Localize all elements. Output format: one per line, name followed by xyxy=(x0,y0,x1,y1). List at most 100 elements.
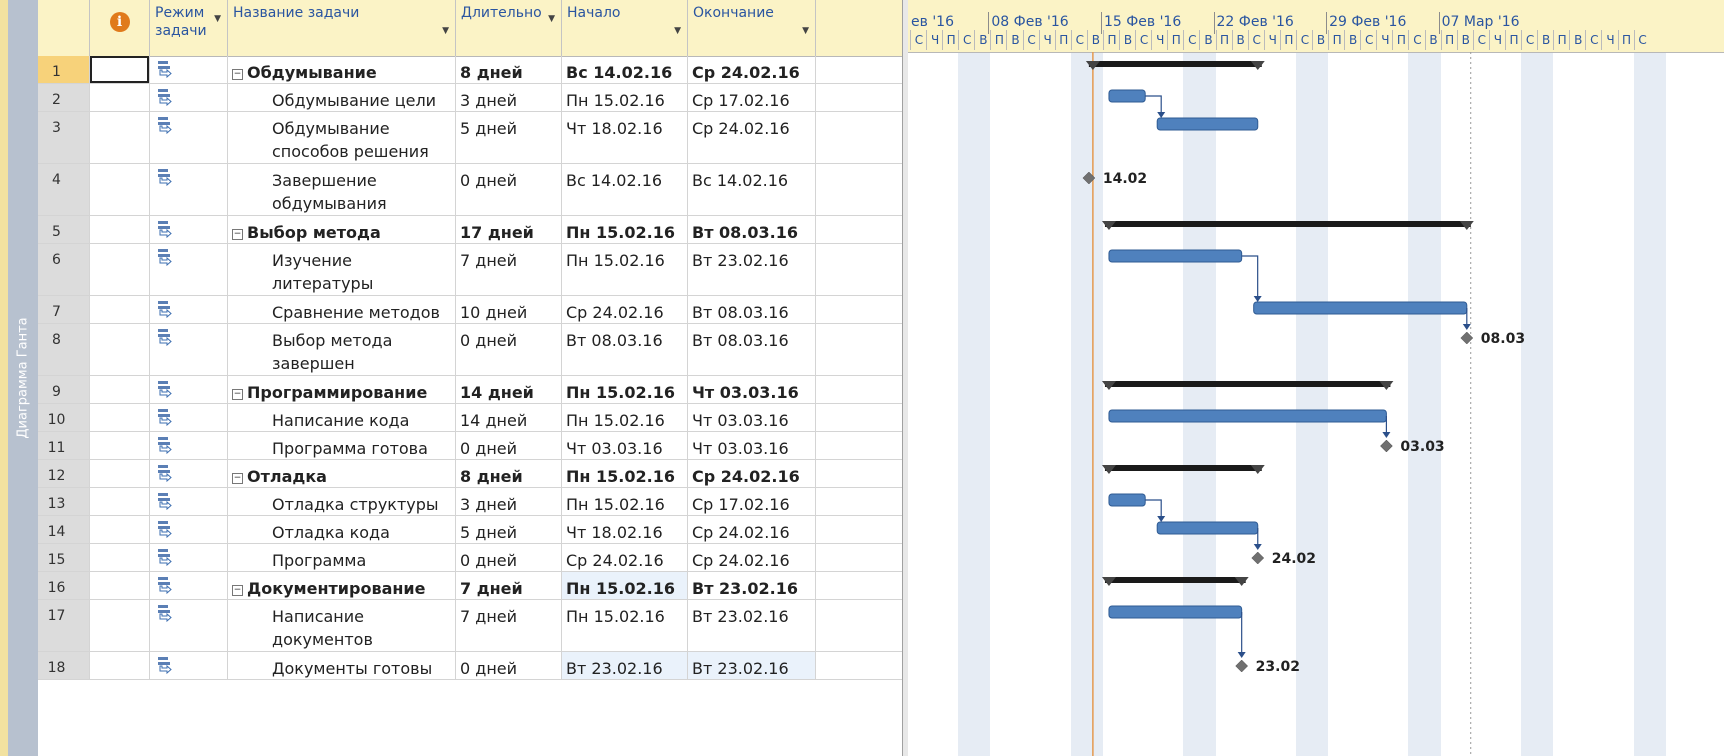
finish-column-header[interactable]: Окончание ▼ xyxy=(688,0,816,56)
mode-cell[interactable] xyxy=(150,84,228,111)
table-row[interactable]: 9− Программирование 14 дней Пн 15.02.16 Чт 0… xyxy=(38,376,902,404)
mode-cell[interactable] xyxy=(150,216,228,243)
indicator-cell[interactable] xyxy=(90,84,150,111)
start-cell[interactable]: Ср 24.02.16 xyxy=(562,544,688,571)
mode-cell[interactable] xyxy=(150,56,228,83)
indicator-cell[interactable] xyxy=(90,164,150,215)
finish-cell[interactable]: Ср 24.02.16 xyxy=(688,544,816,571)
finish-cell[interactable]: Чт 03.03.16 xyxy=(688,432,816,459)
finish-cell[interactable]: Чт 03.03.16 xyxy=(688,404,816,431)
mode-cell[interactable] xyxy=(150,244,228,295)
table-row[interactable]: 16− Документирование 7 дней Пн 15.02.16 Вт 2… xyxy=(38,572,902,600)
indicator-cell[interactable] xyxy=(90,404,150,431)
table-row[interactable]: 4 Завершение обдумывания 0 дней Вс 14.02.16… xyxy=(38,164,902,216)
summary-bar[interactable] xyxy=(1088,61,1262,67)
duration-cell[interactable]: 14 дней xyxy=(456,404,562,431)
collapse-icon[interactable]: − xyxy=(232,473,243,484)
duration-cell[interactable]: 8 дней xyxy=(456,56,562,83)
row-number[interactable]: 7 xyxy=(38,296,90,323)
row-number[interactable]: 13 xyxy=(38,488,90,515)
start-cell[interactable]: Вт 23.02.16 xyxy=(562,652,688,679)
row-number[interactable]: 16 xyxy=(38,572,90,599)
row-number[interactable]: 1 xyxy=(38,56,90,83)
summary-bar[interactable] xyxy=(1104,381,1391,387)
start-cell[interactable]: Пн 15.02.16 xyxy=(562,488,688,515)
finish-cell[interactable]: Вт 08.03.16 xyxy=(688,216,816,243)
finish-cell[interactable]: Вт 23.02.16 xyxy=(688,652,816,679)
task-name-cell[interactable]: Отладка структуры xyxy=(228,488,456,515)
start-cell[interactable]: Пн 15.02.16 xyxy=(562,244,688,295)
duration-cell[interactable]: 7 дней xyxy=(456,572,562,599)
duration-cell[interactable]: 0 дней xyxy=(456,544,562,571)
start-cell[interactable]: Пн 15.02.16 xyxy=(562,600,688,651)
row-number[interactable]: 6 xyxy=(38,244,90,295)
duration-cell[interactable]: 7 дней xyxy=(456,600,562,651)
finish-cell[interactable]: Ср 17.02.16 xyxy=(688,488,816,515)
row-number[interactable]: 3 xyxy=(38,112,90,163)
mode-cell[interactable] xyxy=(150,516,228,543)
table-row[interactable]: 11 Программа готова 0 дней Чт 03.03.16 Чт 03… xyxy=(38,432,902,460)
row-number[interactable]: 9 xyxy=(38,376,90,403)
milestone-diamond[interactable] xyxy=(1235,659,1249,673)
table-row[interactable]: 3 Обдумывание способов решения 5 дней Чт 18… xyxy=(38,112,902,164)
summary-bar[interactable] xyxy=(1104,577,1246,583)
finish-cell[interactable]: Ср 24.02.16 xyxy=(688,516,816,543)
indicator-cell[interactable] xyxy=(90,244,150,295)
mode-cell[interactable] xyxy=(150,460,228,487)
start-cell[interactable]: Чт 18.02.16 xyxy=(562,112,688,163)
indicator-cell[interactable] xyxy=(90,296,150,323)
task-bar[interactable] xyxy=(1108,409,1387,423)
table-row[interactable]: 15 Программа отлажена 0 дней Ср 24.02.16 Ср … xyxy=(38,544,902,572)
start-cell[interactable]: Чт 18.02.16 xyxy=(562,516,688,543)
task-name-cell[interactable]: − Выбор метода xyxy=(228,216,456,243)
task-bar[interactable] xyxy=(1108,493,1146,507)
sort-dropdown-icon[interactable]: ▼ xyxy=(548,10,555,28)
duration-cell[interactable]: 5 дней xyxy=(456,112,562,163)
task-bar[interactable] xyxy=(1108,89,1146,103)
add-column-header[interactable] xyxy=(816,0,902,56)
task-name-cell[interactable]: − Обдумывание xyxy=(228,56,456,83)
task-name-cell[interactable]: Сравнение методов xyxy=(228,296,456,323)
finish-cell[interactable]: Вт 23.02.16 xyxy=(688,244,816,295)
mode-cell[interactable] xyxy=(150,324,228,375)
mode-cell[interactable] xyxy=(150,164,228,215)
table-row[interactable]: 8 Выбор метода завершен 0 дней Вт 08.03.16 В… xyxy=(38,324,902,376)
indicator-cell[interactable] xyxy=(90,516,150,543)
collapse-icon[interactable]: − xyxy=(232,585,243,596)
finish-cell[interactable]: Ср 17.02.16 xyxy=(688,84,816,111)
duration-cell[interactable]: 0 дней xyxy=(456,164,562,215)
indicator-cell[interactable] xyxy=(90,544,150,571)
duration-cell[interactable]: 0 дней xyxy=(456,324,562,375)
task-name-cell[interactable]: Написание документов xyxy=(228,600,456,651)
row-number[interactable]: 10 xyxy=(38,404,90,431)
row-number[interactable]: 5 xyxy=(38,216,90,243)
task-bar[interactable] xyxy=(1156,117,1259,131)
indicator-cell[interactable] xyxy=(90,216,150,243)
start-cell[interactable]: Вс 14.02.16 xyxy=(562,164,688,215)
row-number[interactable]: 17 xyxy=(38,600,90,651)
duration-column-header[interactable]: Длительно ▼ xyxy=(456,0,562,56)
indicator-cell[interactable] xyxy=(90,432,150,459)
mode-cell[interactable] xyxy=(150,404,228,431)
duration-cell[interactable]: 14 дней xyxy=(456,376,562,403)
task-bar[interactable] xyxy=(1108,605,1243,619)
duration-cell[interactable]: 5 дней xyxy=(456,516,562,543)
start-cell[interactable]: Ср 24.02.16 xyxy=(562,296,688,323)
duration-cell[interactable]: 17 дней xyxy=(456,216,562,243)
duration-cell[interactable]: 0 дней xyxy=(456,652,562,679)
start-column-header[interactable]: Начало ▼ xyxy=(562,0,688,56)
start-cell[interactable]: Вт 08.03.16 xyxy=(562,324,688,375)
row-number[interactable]: 2 xyxy=(38,84,90,111)
table-row[interactable]: 2 Обдумывание цели 3 дней Пн 15.02.16 Ср 17.… xyxy=(38,84,902,112)
indicator-cell[interactable] xyxy=(90,376,150,403)
collapse-icon[interactable]: − xyxy=(232,389,243,400)
table-row[interactable]: 18 Документы готовы 0 дней Вт 23.02.16 Вт 23… xyxy=(38,652,902,680)
table-row[interactable]: 12− Отладка 8 дней Пн 15.02.16 Ср 24.02.16 xyxy=(38,460,902,488)
table-row[interactable]: 13 Отладка структуры 3 дней Пн 15.02.16 Ср 1… xyxy=(38,488,902,516)
finish-cell[interactable]: Вт 23.02.16 xyxy=(688,600,816,651)
start-cell[interactable]: Пн 15.02.16 xyxy=(562,460,688,487)
table-row[interactable]: 6 Изучение литературы 7 дней Пн 15.02.16 Вт … xyxy=(38,244,902,296)
table-row[interactable]: 14 Отладка кода 5 дней Чт 18.02.16 Ср 24.02.… xyxy=(38,516,902,544)
table-row[interactable]: 5− Выбор метода 17 дней Пн 15.02.16 Вт 08.03… xyxy=(38,216,902,244)
task-name-cell[interactable]: − Программирование xyxy=(228,376,456,403)
